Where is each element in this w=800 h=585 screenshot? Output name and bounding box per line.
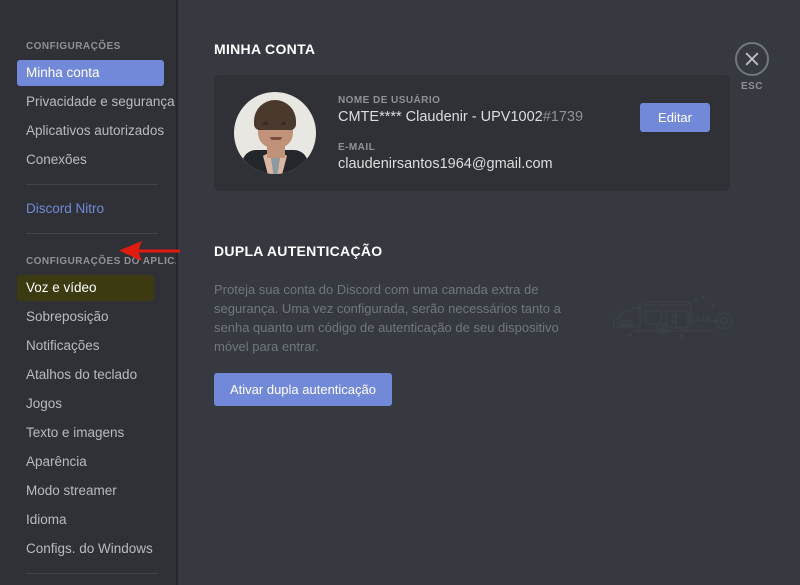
sidebar-item-jogos[interactable]: Jogos bbox=[17, 391, 172, 417]
sidebar-item-aplicativos-autorizados[interactable]: Aplicativos autorizados bbox=[17, 118, 172, 144]
sidebar-item-sobreposicao[interactable]: Sobreposição bbox=[17, 304, 172, 330]
sidebar-scroll-area[interactable]: CONFIGURAÇÕES Minha conta Privacidade e … bbox=[0, 0, 176, 585]
sidebar-divider-3 bbox=[26, 573, 158, 574]
sidebar-item-atalhos-do-teclado[interactable]: Atalhos do teclado bbox=[17, 362, 172, 388]
edit-button[interactable]: Editar bbox=[640, 103, 710, 132]
close-icon[interactable] bbox=[735, 42, 769, 76]
sidebar-item-privacidade-seguranca[interactable]: Privacidade e segurança bbox=[17, 89, 175, 115]
sidebar-item-conexoes[interactable]: Conexões bbox=[17, 147, 172, 173]
settings-main-panel: MINHA CONTA NOME DE USUÁRIO CMTE**** Cla… bbox=[180, 0, 800, 585]
avatar-eye-right bbox=[281, 122, 286, 125]
username-discriminator: #1739 bbox=[542, 108, 584, 125]
sidebar-item-minha-conta[interactable]: Minha conta bbox=[17, 60, 164, 86]
esc-label: ESC bbox=[740, 81, 764, 92]
sidebar-divider-2 bbox=[26, 233, 158, 234]
sidebar-divider-1 bbox=[26, 184, 158, 185]
mfa-section: DUPLA AUTENTICAÇÃO Proteja sua conta do … bbox=[214, 243, 733, 406]
avatar-eye-left bbox=[263, 122, 268, 125]
username-text: CMTE**** Claudenir - UPV1002 bbox=[338, 108, 543, 125]
avatar-hair bbox=[254, 100, 296, 130]
sidebar-section-user-settings: CONFIGURAÇÕES bbox=[26, 41, 121, 52]
avatar[interactable] bbox=[234, 92, 316, 174]
sidebar-item-texto-e-imagens[interactable]: Texto e imagens bbox=[17, 420, 172, 446]
email-value: claudenirsantos1964@gmail.com bbox=[338, 155, 553, 172]
close-settings-button[interactable]: ESC bbox=[726, 42, 778, 92]
avatar-mouth bbox=[270, 137, 282, 140]
account-card: NOME DE USUÁRIO CMTE**** Claudenir - UPV… bbox=[214, 75, 730, 191]
mfa-description: Proteja sua conta do Discord com uma cam… bbox=[214, 282, 561, 354]
email-label: E-MAIL bbox=[338, 141, 376, 153]
enable-mfa-button[interactable]: Ativar dupla autenticação bbox=[214, 373, 392, 406]
camper-van-key-illustration-icon bbox=[612, 294, 733, 338]
sidebar-item-configs-do-windows[interactable]: Configs. do Windows bbox=[17, 536, 172, 562]
settings-sidebar: CONFIGURAÇÕES Minha conta Privacidade e … bbox=[0, 0, 178, 585]
sidebar-item-voz-e-video[interactable]: Voz e vídeo bbox=[17, 275, 154, 301]
sidebar-item-idioma[interactable]: Idioma bbox=[17, 507, 172, 533]
sidebar-item-aparencia[interactable]: Aparência bbox=[17, 449, 172, 475]
sidebar-item-discord-nitro[interactable]: Discord Nitro bbox=[17, 196, 172, 222]
mfa-title: DUPLA AUTENTICAÇÃO bbox=[214, 243, 383, 259]
page-title: MINHA CONTA bbox=[214, 41, 316, 57]
sidebar-item-modo-streamer[interactable]: Modo streamer bbox=[17, 478, 172, 504]
sidebar-item-notificacoes[interactable]: Notificações bbox=[17, 333, 172, 359]
sidebar-section-app-settings: CONFIGURAÇÕES DO APLICAT... bbox=[26, 256, 176, 267]
